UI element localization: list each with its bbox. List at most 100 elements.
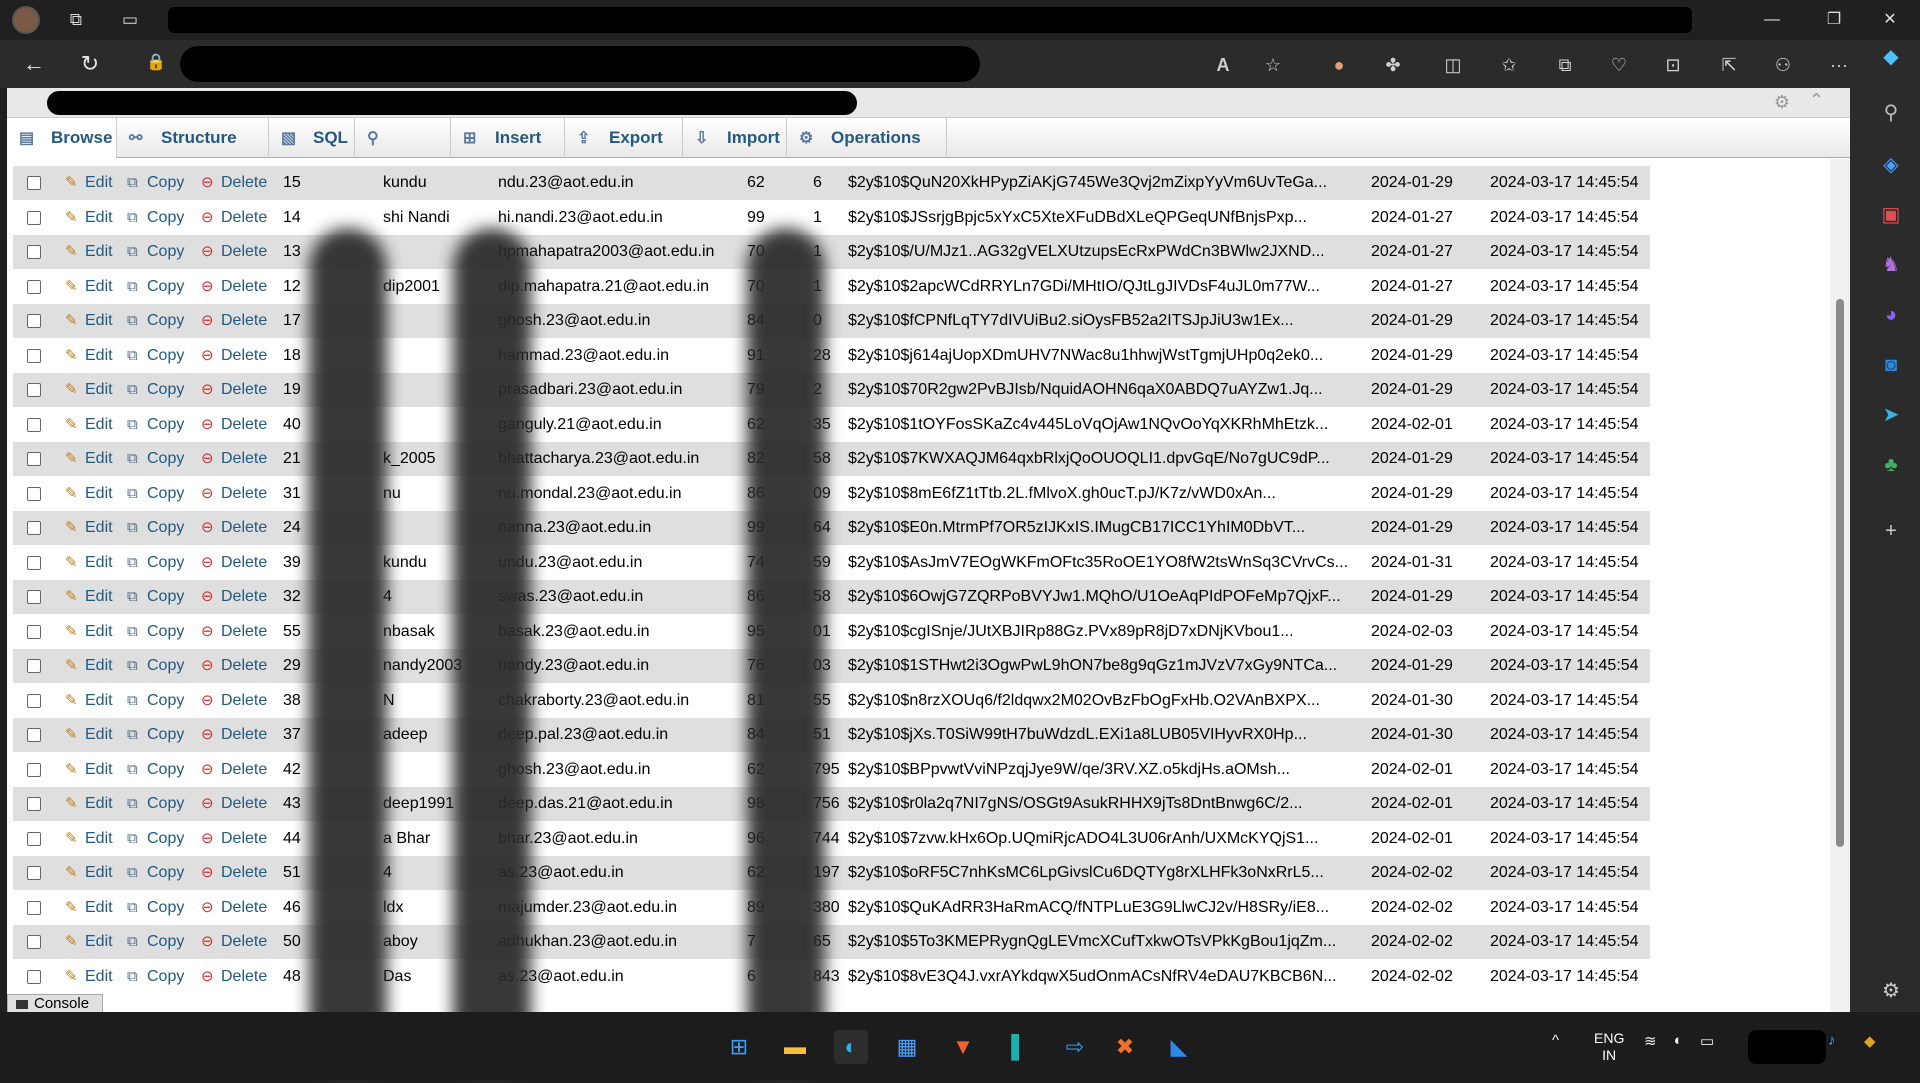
- vscode-icon[interactable]: ◣: [1162, 1030, 1196, 1064]
- copy-link[interactable]: ⧉ Copy: [127, 235, 184, 269]
- battery-icon[interactable]: ▭: [1700, 1032, 1714, 1050]
- delete-link[interactable]: ⊖ Delete: [201, 235, 267, 269]
- copy-link[interactable]: ⧉ Copy: [127, 856, 184, 890]
- delete-link[interactable]: ⊖ Delete: [201, 477, 267, 511]
- pma-collapse-icon[interactable]: ⌃: [1809, 90, 1824, 111]
- settings-more-button[interactable]: ···: [1826, 52, 1852, 78]
- search-icon[interactable]: ⚲: [1876, 98, 1906, 128]
- row-checkbox[interactable]: [27, 314, 41, 328]
- add-sidebar-app-icon[interactable]: +: [1876, 516, 1906, 546]
- delete-link[interactable]: ⊖ Delete: [201, 649, 267, 683]
- tab-insert[interactable]: ⊞ Insert: [451, 118, 565, 158]
- copy-link[interactable]: ⧉ Copy: [127, 960, 184, 994]
- delete-link[interactable]: ⊖ Delete: [201, 960, 267, 994]
- breadcrumb-redacted[interactable]: [47, 91, 857, 115]
- row-checkbox[interactable]: [27, 900, 41, 915]
- copy-link[interactable]: ⧉ Copy: [127, 580, 184, 614]
- copy-link[interactable]: ⧉ Copy: [127, 373, 184, 407]
- edit-link[interactable]: ✎ Edit: [65, 822, 113, 856]
- sidebar-settings-icon[interactable]: ⚙: [1876, 976, 1906, 1006]
- row-checkbox[interactable]: [27, 452, 41, 466]
- row-checkbox[interactable]: [27, 935, 41, 949]
- copy-link[interactable]: ⧉ Copy: [127, 718, 184, 752]
- brave-icon[interactable]: ▼: [946, 1030, 980, 1064]
- row-checkbox[interactable]: [27, 279, 41, 294]
- notification-icon[interactable]: ♪: [1828, 1032, 1836, 1049]
- delete-link[interactable]: ⊖ Delete: [201, 201, 267, 235]
- edit-link[interactable]: ✎ Edit: [65, 546, 113, 580]
- row-checkbox[interactable]: [27, 831, 41, 846]
- row-checkbox[interactable]: [27, 969, 41, 984]
- delete-link[interactable]: ⊖ Delete: [201, 615, 267, 649]
- delete-link[interactable]: ⊖ Delete: [201, 546, 267, 580]
- drop-icon[interactable]: ➤: [1876, 400, 1906, 430]
- copy-link[interactable]: ⧉ Copy: [127, 546, 184, 580]
- app-icon[interactable]: ▌: [1002, 1030, 1036, 1064]
- delete-link[interactable]: ⊖ Delete: [201, 511, 267, 545]
- row-checkbox[interactable]: [27, 521, 41, 535]
- copy-link[interactable]: ⧉ Copy: [127, 270, 184, 304]
- file-explorer-icon[interactable]: ▬: [778, 1030, 812, 1064]
- edit-link[interactable]: ✎ Edit: [65, 580, 113, 614]
- edit-link[interactable]: ✎ Edit: [65, 166, 113, 200]
- edit-link[interactable]: ✎ Edit: [65, 856, 113, 890]
- edit-link[interactable]: ✎ Edit: [65, 960, 113, 994]
- delete-link[interactable]: ⊖ Delete: [201, 408, 267, 442]
- row-checkbox[interactable]: [27, 590, 41, 604]
- copy-link[interactable]: ⧉ Copy: [127, 304, 184, 338]
- favorite-star-icon[interactable]: ☆: [1260, 52, 1286, 78]
- xampp-icon[interactable]: ✖: [1108, 1030, 1142, 1064]
- row-checkbox[interactable]: [27, 245, 41, 259]
- copy-link[interactable]: ⧉ Copy: [127, 201, 184, 235]
- delete-link[interactable]: ⊖ Delete: [201, 822, 267, 856]
- tree-icon[interactable]: ♣: [1876, 450, 1906, 480]
- edit-link[interactable]: ✎ Edit: [65, 270, 113, 304]
- delete-link[interactable]: ⊖ Delete: [201, 787, 267, 821]
- row-checkbox[interactable]: [27, 348, 41, 363]
- tab-search[interactable]: ⚲Search: [355, 118, 451, 188]
- copy-link[interactable]: ⧉ Copy: [127, 891, 184, 925]
- share-icon[interactable]: ⇱: [1716, 52, 1742, 78]
- edit-link[interactable]: ✎ Edit: [65, 684, 113, 718]
- minimize-button[interactable]: —: [1752, 6, 1792, 34]
- delete-link[interactable]: ⊖ Delete: [201, 339, 267, 373]
- tab-strip-redacted[interactable]: [168, 7, 1692, 33]
- delete-link[interactable]: ⊖ Delete: [201, 166, 267, 200]
- copy-link[interactable]: ⧉ Copy: [127, 511, 184, 545]
- copy-link[interactable]: ⧉ Copy: [127, 822, 184, 856]
- edit-link[interactable]: ✎ Edit: [65, 649, 113, 683]
- remote-icon[interactable]: ⇨: [1058, 1030, 1092, 1064]
- delete-link[interactable]: ⊖ Delete: [201, 891, 267, 925]
- shopping-icon[interactable]: ◈: [1876, 150, 1906, 180]
- copy-link[interactable]: ⧉ Copy: [127, 166, 184, 200]
- screenshot-icon[interactable]: ⊡: [1660, 52, 1686, 78]
- copy-link[interactable]: ⧉ Copy: [127, 477, 184, 511]
- outlook-icon[interactable]: ◙: [1876, 350, 1906, 380]
- edit-link[interactable]: ✎ Edit: [65, 235, 113, 269]
- browser-essentials-icon[interactable]: ⚇: [1770, 52, 1796, 78]
- edit-link[interactable]: ✎ Edit: [65, 373, 113, 407]
- refresh-button[interactable]: ↻: [76, 50, 104, 78]
- volume-icon[interactable]: ◖: [1672, 1032, 1681, 1049]
- lock-icon[interactable]: 🔒: [146, 52, 166, 72]
- delete-link[interactable]: ⊖ Delete: [201, 373, 267, 407]
- tab-import[interactable]: ⇩ Import: [683, 118, 787, 158]
- row-checkbox[interactable]: [27, 176, 41, 190]
- tab-operations[interactable]: ⚙ Operations: [787, 118, 947, 158]
- console-button[interactable]: Console: [7, 994, 103, 1014]
- edit-link[interactable]: ✎ Edit: [65, 442, 113, 476]
- edit-link[interactable]: ✎ Edit: [65, 891, 113, 925]
- start-icon[interactable]: ⊞: [722, 1030, 756, 1064]
- edit-link[interactable]: ✎ Edit: [65, 925, 113, 959]
- delete-link[interactable]: ⊖ Delete: [201, 304, 267, 338]
- edge-icon[interactable]: ◐: [834, 1030, 868, 1064]
- copy-link[interactable]: ⧉ Copy: [127, 787, 184, 821]
- row-checkbox[interactable]: [27, 866, 41, 880]
- copy-link[interactable]: ⧉ Copy: [127, 649, 184, 683]
- row-checkbox[interactable]: [27, 486, 41, 501]
- delete-link[interactable]: ⊖ Delete: [201, 684, 267, 718]
- tab-actions-icon[interactable]: ▭: [118, 8, 142, 32]
- delete-link[interactable]: ⊖ Delete: [201, 270, 267, 304]
- language-indicator[interactable]: ENG IN: [1594, 1030, 1624, 1064]
- edit-link[interactable]: ✎ Edit: [65, 477, 113, 511]
